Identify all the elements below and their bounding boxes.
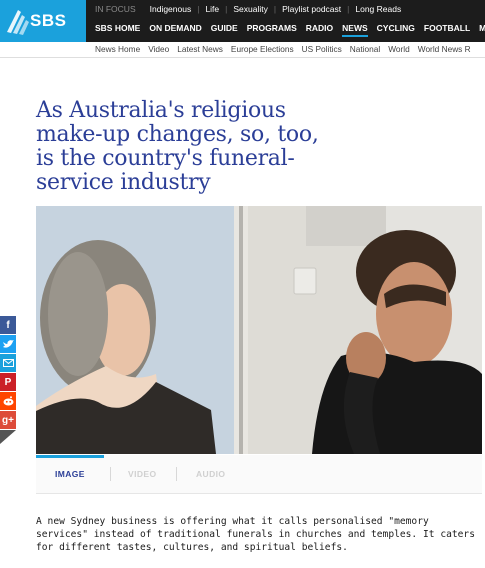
focus-link-sexuality[interactable]: Sexuality (233, 4, 268, 14)
nav-cycling[interactable]: CYCLING (377, 23, 415, 37)
share-rail-tail (0, 430, 16, 444)
subnav-world[interactable]: World (388, 44, 410, 54)
nav-guide[interactable]: GUIDE (211, 23, 238, 37)
focus-separator: | (273, 4, 277, 14)
facebook-icon: f (6, 319, 10, 331)
share-facebook-button[interactable]: f (0, 316, 16, 334)
sbs-logo[interactable]: SBS (0, 0, 86, 42)
reddit-icon (3, 396, 13, 406)
focus-link-life[interactable]: Life (205, 4, 219, 14)
nav-more[interactable]: MO (479, 23, 485, 37)
nav-programs[interactable]: PROGRAMS (247, 23, 297, 37)
share-twitter-button[interactable] (0, 335, 16, 353)
active-tab-indicator (36, 455, 104, 458)
focus-separator: | (197, 4, 200, 14)
article-intro: A new Sydney business is offering what i… (36, 516, 475, 553)
pinterest-icon: P (4, 376, 12, 388)
tab-divider (110, 467, 111, 481)
subnav-video[interactable]: Video (148, 44, 169, 54)
google-plus-icon: g+ (2, 414, 14, 426)
nav-news[interactable]: NEWS (342, 23, 368, 37)
nav-sbs-home[interactable]: SBS HOME (95, 23, 140, 37)
media-tabs: IMAGE VIDEO AUDIO (36, 455, 482, 494)
article-headline: As Australia's religious make-up changes… (36, 98, 319, 195)
focus-link-indigenous[interactable]: Indigenous (150, 4, 192, 14)
news-subnav: News Home Video Latest News Europe Elect… (0, 42, 485, 58)
in-focus-bar: IN FOCUS Indigenous | Life | Sexuality |… (95, 0, 401, 18)
twitter-icon (2, 339, 14, 348)
focus-link-long-reads[interactable]: Long Reads (355, 4, 401, 14)
subnav-latest-news[interactable]: Latest News (177, 44, 223, 54)
subnav-europe-elections[interactable]: Europe Elections (231, 44, 294, 54)
sbs-logo-icon (7, 10, 29, 35)
tab-audio[interactable]: AUDIO (196, 469, 225, 479)
subnav-national[interactable]: National (350, 44, 380, 54)
main-nav: SBS HOME ON DEMAND GUIDE PROGRAMS RADIO … (95, 23, 485, 37)
logo-text: SBS (30, 11, 67, 30)
focus-separator: | (347, 4, 350, 14)
share-pinterest-button[interactable]: P (0, 373, 16, 391)
focus-link-playlist-podcast[interactable]: Playlist podcast (282, 4, 341, 14)
nav-football[interactable]: FOOTBALL (424, 23, 470, 37)
subnav-us-politics[interactable]: US Politics (302, 44, 342, 54)
nav-on-demand[interactable]: ON DEMAND (149, 23, 201, 37)
tab-video[interactable]: VIDEO (128, 469, 156, 479)
tab-image[interactable]: IMAGE (55, 469, 85, 479)
subnav-world-news-radio[interactable]: World News R (418, 44, 471, 54)
tab-divider (176, 467, 177, 481)
site-header: SBS IN FOCUS Indigenous | Life | Sexuali… (0, 0, 485, 42)
in-focus-label: IN FOCUS (95, 4, 136, 14)
email-icon (2, 359, 14, 367)
share-google-plus-button[interactable]: g+ (0, 411, 16, 429)
share-reddit-button[interactable] (0, 392, 16, 410)
focus-separator: | (225, 4, 228, 14)
article-image[interactable] (36, 206, 482, 454)
share-email-button[interactable] (0, 354, 16, 372)
nav-radio[interactable]: RADIO (306, 23, 333, 37)
interview-photo (36, 206, 482, 454)
subnav-news-home[interactable]: News Home (95, 44, 140, 54)
